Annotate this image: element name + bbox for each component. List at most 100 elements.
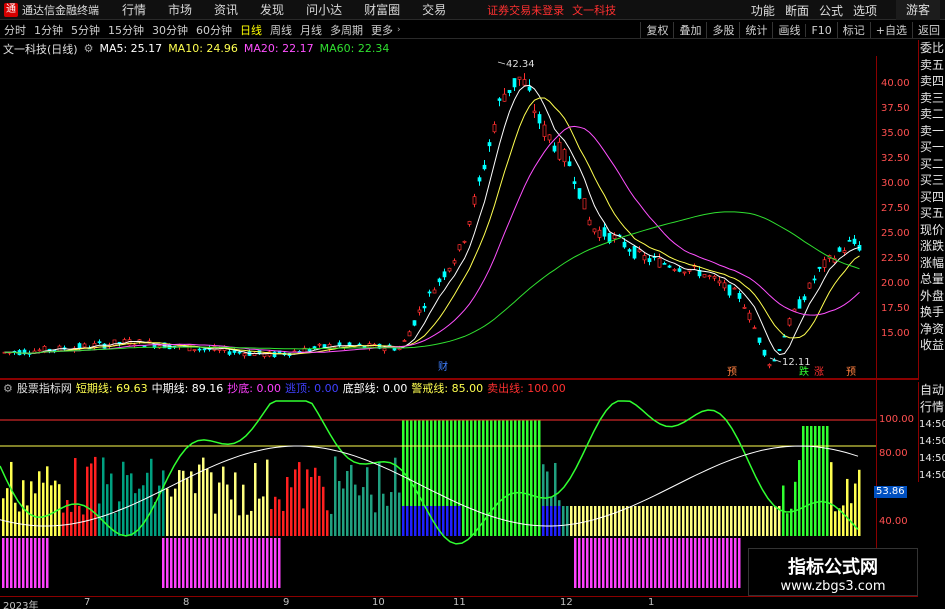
candle-body xyxy=(402,340,407,342)
tool-overlay[interactable]: 叠加 xyxy=(673,22,706,38)
indicator-bar xyxy=(6,488,9,536)
tool-f10[interactable]: F10 xyxy=(805,23,836,37)
candle-body xyxy=(312,346,317,349)
sidebar-item-bid4[interactable]: 买四 xyxy=(919,189,945,206)
indicator-bar xyxy=(522,420,525,536)
sidebar-item-price[interactable]: 现价 xyxy=(919,222,945,239)
tool-mark[interactable]: 标记 xyxy=(836,22,870,38)
sidebar-item-ask4[interactable]: 卖四 xyxy=(919,73,945,90)
candlestick-chart[interactable]: 42.34 12.11 财 预 跌 涨 预 xyxy=(0,56,876,378)
indicator-bar xyxy=(646,506,649,536)
period-1min[interactable]: 1分钟 xyxy=(30,22,67,38)
candle-body xyxy=(577,188,582,199)
indicator-bar xyxy=(262,496,265,536)
sidebar2-quote[interactable]: 行情 xyxy=(919,399,945,416)
candle-body xyxy=(762,349,767,356)
indicator-bar xyxy=(346,470,349,536)
indicator-chart[interactable] xyxy=(0,396,876,596)
guest-button[interactable]: 游客 xyxy=(895,0,940,20)
indicator-bar xyxy=(742,506,745,536)
sidebar-item-volume[interactable]: 总量 xyxy=(919,271,945,288)
indicator-bar-bottom xyxy=(226,538,229,588)
period-5min[interactable]: 5分钟 xyxy=(67,22,104,38)
candle-body xyxy=(747,312,752,321)
ma10-value: MA10: 24.96 xyxy=(168,42,238,55)
indicator-bar xyxy=(302,508,305,536)
candle-body xyxy=(532,110,537,114)
sidebar-item-outer[interactable]: 外盘 xyxy=(919,288,945,305)
sidebar-item-ask3[interactable]: 卖三 xyxy=(919,90,945,107)
sidebar-item-bid3[interactable]: 买三 xyxy=(919,172,945,189)
sidebar-item-change-pct[interactable]: 涨幅 xyxy=(919,255,945,272)
menu-section[interactable]: 断面 xyxy=(785,2,809,19)
candle-body xyxy=(732,287,737,290)
menu-market[interactable]: 市场 xyxy=(168,1,192,18)
period-60min[interactable]: 60分钟 xyxy=(192,22,236,38)
candle-body xyxy=(612,234,617,239)
stock-name-link[interactable]: 文一科技 xyxy=(572,2,616,18)
menu-formula[interactable]: 公式 xyxy=(819,2,843,19)
high-price-pointer xyxy=(497,61,506,65)
tool-stats[interactable]: 统计 xyxy=(739,22,772,38)
indicator-bar-bottom xyxy=(238,538,241,588)
period-multi[interactable]: 多周期 xyxy=(326,22,367,38)
indicator-gear-icon[interactable]: ⚙ xyxy=(3,382,13,395)
indicator-bar xyxy=(30,481,33,536)
menu-trade[interactable]: 交易 xyxy=(422,1,446,18)
indicator-bar xyxy=(202,457,205,536)
sidebar2-auto[interactable]: 自动 xyxy=(919,382,945,399)
sidebar-item-bid2[interactable]: 买二 xyxy=(919,156,945,173)
tool-multi-stock[interactable]: 多股 xyxy=(706,22,739,38)
sidebar-item-order-ratio[interactable]: 委比 xyxy=(919,40,945,57)
period-15min[interactable]: 15分钟 xyxy=(104,22,148,38)
menu-discover[interactable]: 发现 xyxy=(260,1,284,18)
tick-time-3: 14:50 xyxy=(919,453,945,464)
candle-body xyxy=(852,238,857,244)
indicator-bar-bottom xyxy=(582,538,585,588)
tool-add-favorite[interactable]: +自选 xyxy=(869,22,912,38)
menu-function[interactable]: 功能 xyxy=(751,2,775,19)
menu-ask[interactable]: 问小达 xyxy=(306,1,342,18)
candle-body xyxy=(82,343,87,348)
menu-news[interactable]: 资讯 xyxy=(214,1,238,18)
indicator-bar-blue xyxy=(550,506,553,536)
indicator-bar-bottom xyxy=(598,538,601,588)
more-arrow-icon[interactable]: › xyxy=(397,25,401,35)
sidebar-item-ask1[interactable]: 卖一 xyxy=(919,123,945,140)
indicator-bar xyxy=(362,487,365,536)
indicator-bar xyxy=(178,470,181,536)
period-more[interactable]: 更多 xyxy=(367,22,397,38)
marker-drop: 跌 xyxy=(799,365,809,378)
period-weekly[interactable]: 周线 xyxy=(266,22,296,38)
candle-body xyxy=(837,247,842,252)
indicator-bar-bottom xyxy=(694,538,697,588)
indicator-bar-blue xyxy=(546,506,549,536)
candle-body xyxy=(77,343,82,349)
sidebar-item-bid5[interactable]: 买五 xyxy=(919,205,945,222)
indicator-bar xyxy=(334,456,337,536)
login-alert[interactable]: 证券交易未登录 xyxy=(487,2,564,18)
sidebar-item-change[interactable]: 涨跌 xyxy=(919,238,945,255)
sidebar-item-ask2[interactable]: 卖二 xyxy=(919,106,945,123)
settings-gear-icon[interactable]: ⚙ xyxy=(84,42,94,55)
tool-draw[interactable]: 画线 xyxy=(772,22,805,38)
candle-body xyxy=(842,250,847,253)
tool-adjust[interactable]: 复权 xyxy=(640,22,673,38)
indicator-bar xyxy=(694,506,697,536)
period-monthly[interactable]: 月线 xyxy=(296,22,326,38)
menu-options[interactable]: 选项 xyxy=(853,2,877,19)
period-30min[interactable]: 30分钟 xyxy=(148,22,192,38)
sidebar-item-turnover[interactable]: 换手 xyxy=(919,304,945,321)
sidebar-item-net-asset[interactable]: 净资 xyxy=(919,321,945,338)
indicator-bar xyxy=(86,466,89,536)
sidebar-item-earnings[interactable]: 收益 xyxy=(919,337,945,354)
period-daily[interactable]: 日线 xyxy=(236,22,266,38)
candle-body xyxy=(272,351,277,358)
tool-back[interactable]: 返回 xyxy=(912,22,945,38)
period-intraday[interactable]: 分时 xyxy=(0,22,30,38)
sidebar-item-bid1[interactable]: 买一 xyxy=(919,139,945,156)
sidebar-item-ask5[interactable]: 卖五 xyxy=(919,57,945,74)
menu-wealth[interactable]: 财富圈 xyxy=(364,1,400,18)
indicator-bar xyxy=(278,499,281,536)
menu-market-quotes[interactable]: 行情 xyxy=(122,1,146,18)
